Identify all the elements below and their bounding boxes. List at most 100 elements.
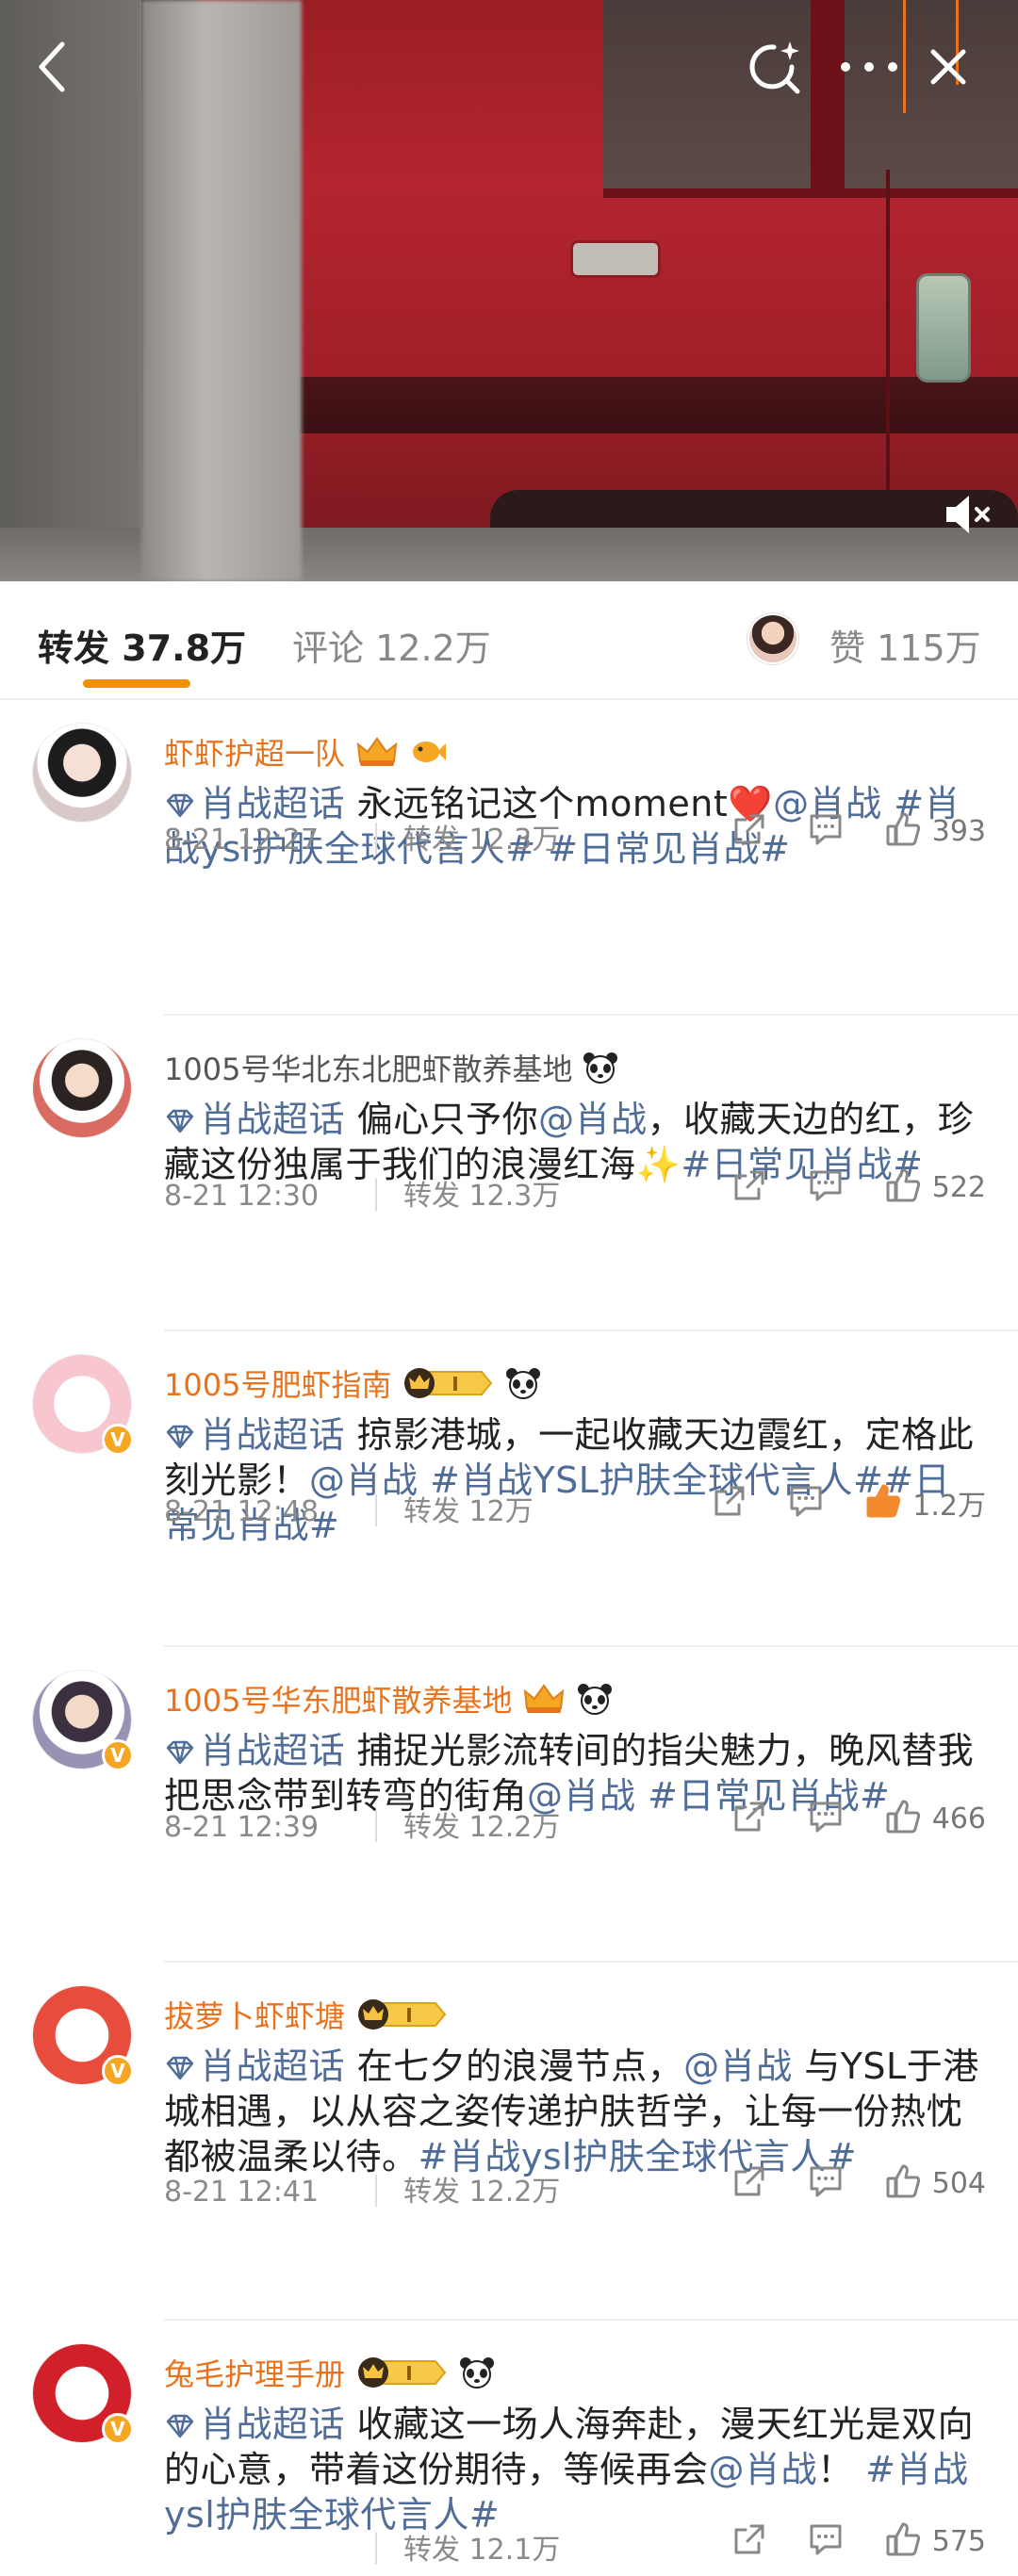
username[interactable]: 1005号肥虾指南 I bbox=[164, 1361, 542, 1408]
supertopic-link[interactable]: 肖战超话 bbox=[164, 2046, 345, 2087]
comment-icon bbox=[806, 2162, 846, 2204]
close-button[interactable] bbox=[922, 34, 975, 100]
svg-text:I: I bbox=[405, 2004, 412, 2027]
recognize-button[interactable] bbox=[741, 34, 807, 100]
avatar[interactable] bbox=[32, 1038, 132, 1138]
level-medal-icon: I bbox=[354, 2356, 449, 2397]
comment-button[interactable] bbox=[786, 1482, 826, 1524]
comment-icon bbox=[806, 1166, 846, 1208]
active-tab-indicator bbox=[83, 679, 190, 688]
thumbs-up-icon bbox=[883, 1798, 923, 1839]
share-button[interactable] bbox=[731, 1166, 768, 1208]
item-divider bbox=[164, 1961, 1018, 1963]
close-icon bbox=[930, 49, 966, 85]
username[interactable]: 1005号华东肥虾散养基地 bbox=[164, 1677, 614, 1723]
item-divider bbox=[164, 1329, 1018, 1331]
mute-button[interactable] bbox=[941, 486, 997, 543]
avatar[interactable]: V bbox=[32, 1354, 134, 1456]
divider bbox=[375, 2533, 377, 2565]
repost-count: 转发 12万 bbox=[403, 1495, 534, 1528]
comment-button[interactable] bbox=[806, 1166, 846, 1208]
avatar[interactable] bbox=[32, 723, 132, 823]
supertopic-label: 肖战超话 bbox=[200, 1414, 346, 1456]
supertopic-link[interactable]: 肖战超话 bbox=[164, 2404, 345, 2445]
share-icon bbox=[731, 1798, 768, 1839]
comment-icon bbox=[806, 810, 846, 852]
like-button[interactable]: 466 bbox=[883, 1798, 986, 1839]
comment-button[interactable] bbox=[806, 2162, 846, 2204]
share-button[interactable] bbox=[731, 1798, 768, 1839]
more-button[interactable] bbox=[833, 34, 905, 100]
supertopic-link[interactable]: 肖战超话 bbox=[164, 1099, 345, 1140]
video-player[interactable] bbox=[0, 0, 1018, 581]
action-row: 575 bbox=[693, 2520, 986, 2562]
supertopic-label: 肖战超话 bbox=[200, 2046, 346, 2087]
timestamp: 8-21 12:39 bbox=[164, 1811, 320, 1844]
back-button[interactable] bbox=[28, 34, 75, 100]
like-button[interactable]: 1.2万 bbox=[863, 1482, 986, 1524]
action-row: 522 bbox=[693, 1166, 986, 1208]
lens-search-icon bbox=[749, 41, 800, 94]
supertopic-diamond-icon bbox=[166, 793, 194, 818]
avatar[interactable]: V bbox=[32, 1670, 134, 1771]
comment-button[interactable] bbox=[806, 2520, 846, 2562]
comment-icon bbox=[806, 1798, 846, 1839]
thumbs-up-icon bbox=[863, 1482, 903, 1524]
avatar[interactable]: V bbox=[32, 2343, 134, 2445]
username-text: 1005号华东肥虾散养基地 bbox=[164, 1683, 513, 1719]
username-text: 兔毛护理手册 bbox=[164, 2356, 346, 2392]
share-button[interactable] bbox=[731, 810, 768, 852]
meta-row: 8-21 12:48 转发 12万 bbox=[164, 1488, 534, 1529]
svg-text:I: I bbox=[405, 2362, 412, 2385]
tab-comment[interactable]: 评论 12.2万 bbox=[292, 619, 491, 671]
repost-count: 转发 12.2万 bbox=[403, 1811, 561, 1844]
supertopic-link[interactable]: 肖战超话 bbox=[164, 1730, 345, 1771]
meta-row: 8-21 12:39 转发 12.2万 bbox=[164, 1803, 560, 1845]
like-count: 466 bbox=[931, 1802, 986, 1835]
supertopic-link[interactable]: 肖战超话 bbox=[164, 1414, 345, 1456]
thumbs-up-icon bbox=[883, 2162, 923, 2204]
mention-link[interactable]: @肖战 bbox=[709, 2449, 818, 2490]
comment-button[interactable] bbox=[806, 810, 846, 852]
like-count: 522 bbox=[931, 1170, 986, 1204]
like-button[interactable]: 393 bbox=[883, 810, 986, 852]
tab-repost[interactable]: 转发 37.8万 bbox=[38, 619, 246, 671]
share-button[interactable] bbox=[731, 2520, 768, 2562]
share-button[interactable] bbox=[711, 1482, 748, 1524]
share-button[interactable] bbox=[731, 2162, 768, 2204]
avatar[interactable]: V bbox=[32, 1985, 134, 2087]
verified-badge-icon: V bbox=[102, 2413, 134, 2445]
share-icon bbox=[731, 810, 768, 852]
mention-link[interactable]: @肖战 bbox=[683, 2046, 793, 2087]
liker-avatar bbox=[747, 613, 798, 664]
supertopic-diamond-icon bbox=[166, 1425, 194, 1449]
divider bbox=[375, 1179, 377, 1211]
username[interactable]: 1005号华北东北肥虾散养基地 bbox=[164, 1046, 619, 1092]
panda-icon bbox=[576, 1682, 614, 1723]
emoji: ✨ bbox=[635, 1144, 681, 1185]
tab-like[interactable]: 赞 115万 bbox=[829, 619, 981, 671]
supertopic-diamond-icon bbox=[166, 2414, 194, 2438]
repost-count: 转发 12.3万 bbox=[403, 823, 561, 856]
divider bbox=[375, 1810, 377, 1842]
like-button[interactable]: 504 bbox=[883, 2162, 986, 2204]
video-frame-door-line bbox=[886, 170, 890, 528]
comment-icon bbox=[806, 2520, 846, 2562]
video-frame-stripe bbox=[198, 377, 1018, 433]
username[interactable]: 兔毛护理手册 I bbox=[164, 2351, 496, 2397]
like-button[interactable]: 522 bbox=[883, 1166, 986, 1208]
speaker-muted-icon bbox=[946, 496, 990, 533]
username[interactable]: 虾虾护超一队 bbox=[164, 730, 447, 776]
text-segment: 偏心只予你 bbox=[345, 1099, 539, 1140]
verified-badge-icon: V bbox=[102, 1424, 134, 1456]
like-button[interactable]: 575 bbox=[883, 2520, 986, 2562]
text-segment: ！ bbox=[817, 2449, 866, 2490]
comment-button[interactable] bbox=[806, 1798, 846, 1839]
crown-medal-icon bbox=[354, 735, 400, 776]
username[interactable]: 拔萝卜虾虾塘 I bbox=[164, 1993, 449, 2039]
repost-text: 肖战超话 收藏这一场人海奔赴，漫天红光是双向的心意，带着这份期待，等候再会@肖战… bbox=[164, 2402, 984, 2537]
divider bbox=[375, 1494, 377, 1526]
mention-link[interactable]: @肖战 bbox=[538, 1099, 648, 1140]
more-dots-icon bbox=[841, 62, 897, 72]
repost-text: 肖战超话 在七夕的浪漫节点，@肖战 与YSL于港城相遇，以从容之姿传递护肤哲学，… bbox=[164, 2044, 984, 2179]
